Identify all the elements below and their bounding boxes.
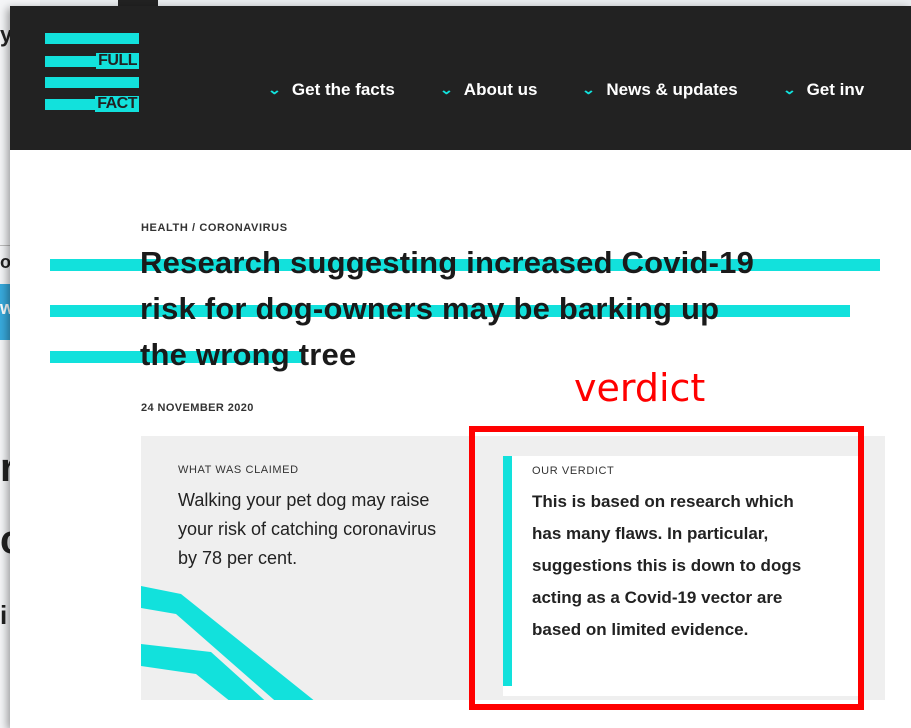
publish-date: 24 NOVEMBER 2020	[141, 402, 254, 414]
chevron-down-icon: ⌄	[782, 82, 797, 97]
title-line: the wrong tree	[140, 337, 357, 372]
background-text-fragment: i	[0, 600, 8, 630]
chevron-down-icon: ⌄	[581, 82, 596, 97]
title-line: Research suggesting increased Covid-19	[140, 245, 755, 280]
nav-label: News & updates	[606, 80, 738, 99]
main-navigation: ⌄ Get the facts ⌄ About us ⌄ News & upda…	[267, 80, 910, 100]
decorative-stripes	[141, 586, 314, 700]
chevron-down-icon: ⌄	[267, 82, 282, 97]
nav-news-updates[interactable]: ⌄ News & updates	[581, 80, 738, 100]
nav-get-involved[interactable]: ⌄ Get inv	[782, 80, 865, 100]
nav-get-the-facts[interactable]: ⌄ Get the facts	[267, 80, 395, 100]
logo-word-full: FULL	[96, 52, 139, 69]
nav-label: Get inv	[806, 80, 865, 99]
page-title: Research suggesting increased Covid-19 r…	[140, 240, 900, 378]
claim-text: Walking your pet dog may raise your risk…	[178, 490, 437, 568]
annotation-label: verdict	[574, 366, 706, 410]
logo-stripe	[45, 56, 103, 67]
logo-stripe	[45, 33, 139, 44]
chevron-down-icon: ⌄	[439, 82, 454, 97]
title-line: risk for dog-owners may be barking up	[140, 291, 720, 326]
site-header: FULL FACT ⌄ Get the facts ⌄ About us ⌄ N…	[10, 6, 911, 150]
nav-label: Get the facts	[291, 80, 395, 99]
claim-label: WHAT WAS CLAIMED	[178, 464, 299, 476]
breadcrumb[interactable]: HEALTH / CORONAVIRUS	[141, 222, 288, 234]
logo-word-fact: FACT	[95, 95, 139, 112]
annotation-highlight-box	[469, 426, 864, 710]
full-fact-logo[interactable]: FULL FACT	[45, 33, 139, 112]
nav-about-us[interactable]: ⌄ About us	[439, 80, 538, 100]
logo-stripe	[45, 77, 139, 88]
nav-label: About us	[463, 80, 538, 99]
